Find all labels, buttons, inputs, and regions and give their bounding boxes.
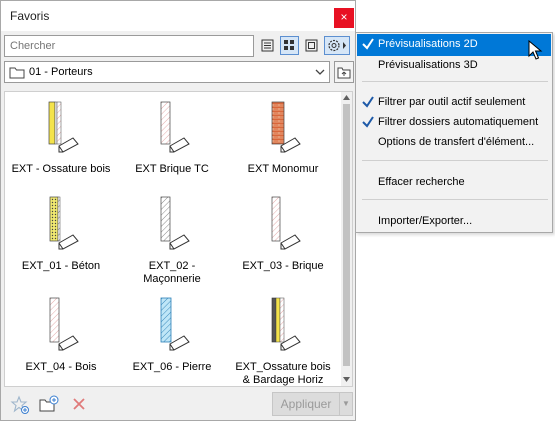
menu-item-label: Filtrer dossiers automatiquement <box>378 116 539 128</box>
scroll-down-icon[interactable] <box>343 377 350 382</box>
favorites-grid: EXT - Ossature bois EXT Brique TC EXT Mo… <box>4 91 353 387</box>
favorite-item[interactable]: EXT - Ossature bois <box>6 100 116 176</box>
checkmark-icon <box>362 38 374 50</box>
chevron-down-icon <box>315 69 325 75</box>
favorite-label: EXT_Ossature bois & Bardage Horiz <box>235 361 331 386</box>
menu-item-transfer-options[interactable]: Options de transfert d'élément... <box>357 132 551 154</box>
wall-preview-icon <box>49 297 79 351</box>
favorite-item[interactable]: EXT_06 - Pierre <box>117 296 227 374</box>
menu-item-preview-3d[interactable]: Prévisualisations 3D <box>357 55 551 77</box>
mouse-cursor-icon <box>528 40 543 60</box>
checkmark-icon <box>362 116 374 128</box>
apply-button[interactable]: Appliquer <box>272 392 340 416</box>
favorite-item[interactable]: EXT_01 - Béton <box>6 195 116 273</box>
parent-folder-button[interactable] <box>334 61 354 83</box>
title-bar: Favoris × <box>1 1 355 31</box>
add-favorite-icon[interactable] <box>10 395 30 415</box>
menu-separator <box>362 160 548 161</box>
favorite-item[interactable]: EXT_02 - Maçonnerie <box>117 195 227 286</box>
favorite-item[interactable]: EXT Monomur <box>228 100 338 176</box>
favorite-item[interactable]: EXT Brique TC <box>117 100 227 176</box>
scroll-thumb[interactable] <box>343 104 350 366</box>
search-input[interactable] <box>4 35 254 57</box>
favorite-label: EXT Brique TC <box>135 163 209 175</box>
favorite-label: EXT_03 - Brique <box>242 260 324 272</box>
large-preview-button[interactable] <box>302 36 321 55</box>
folder-up-icon <box>337 67 351 79</box>
wall-preview-icon <box>49 196 79 250</box>
folder-icon <box>9 67 25 79</box>
scroll-up-icon[interactable] <box>343 95 350 100</box>
favorite-label: EXT Monomur <box>247 163 319 175</box>
delete-icon[interactable] <box>71 396 87 412</box>
favorite-item[interactable]: EXT_03 - Brique <box>228 195 338 273</box>
favorite-label: EXT_04 - Bois <box>25 361 97 373</box>
menu-item-preview-2d[interactable]: Prévisualisations 2D <box>357 34 551 56</box>
wall-preview-icon <box>48 101 79 153</box>
favorite-item[interactable]: EXT_04 - Bois <box>6 296 116 374</box>
favorite-label: EXT - Ossature bois <box>11 163 111 175</box>
wall-preview-icon <box>160 196 190 250</box>
settings-menu-button[interactable] <box>324 36 350 55</box>
menu-item-filter-active-tool[interactable]: Filtrer par outil actif seulement <box>357 92 551 114</box>
menu-item-import-export[interactable]: Importer/Exporter... <box>357 211 551 233</box>
favorite-label: EXT_01 - Béton <box>21 260 101 272</box>
grid-view-icon <box>284 40 294 50</box>
menu-item-label: Options de transfert d'élément... <box>378 136 535 148</box>
checkmark-icon <box>362 96 374 108</box>
menu-separator <box>362 81 548 82</box>
bottom-toolbar: Appliquer ▼ <box>1 388 355 420</box>
menu-item-label: Prévisualisations 3D <box>378 59 478 71</box>
favorite-label: EXT_02 - Maçonnerie <box>143 260 201 285</box>
menu-item-filter-folders[interactable]: Filtrer dossiers automatiquement <box>357 112 551 134</box>
vertical-scrollbar[interactable] <box>341 92 352 386</box>
favorite-label: EXT_06 - Pierre <box>132 361 212 373</box>
folder-dropdown[interactable]: 01 - Porteurs <box>4 61 330 83</box>
wall-preview-icon <box>160 101 190 153</box>
large-preview-icon <box>305 39 318 52</box>
gear-icon <box>328 39 346 52</box>
apply-dropdown-button[interactable]: ▼ <box>340 392 353 416</box>
menu-item-label: Effacer recherche <box>378 176 465 188</box>
wall-preview-icon <box>271 101 301 153</box>
list-view-button[interactable] <box>258 36 277 55</box>
favorite-item[interactable]: EXT_Ossature bois & Bardage Horiz <box>228 296 338 386</box>
settings-dropdown-menu: Prévisualisations 2D Prévisualisations 3… <box>355 32 553 233</box>
wall-preview-icon <box>271 196 301 250</box>
wall-preview-icon <box>160 297 190 351</box>
menu-item-clear-search[interactable]: Effacer recherche <box>357 172 551 194</box>
menu-item-label: Filtrer par outil actif seulement <box>378 96 526 108</box>
folder-name: 01 - Porteurs <box>29 66 93 78</box>
grid-view-button[interactable] <box>280 36 299 55</box>
wall-preview-icon <box>271 297 301 351</box>
menu-separator <box>362 199 548 200</box>
window-title: Favoris <box>10 9 50 23</box>
favorites-panel: Favoris × 01 - Porteurs <box>0 0 356 421</box>
menu-item-label: Prévisualisations 2D <box>378 38 478 50</box>
menu-item-label: Importer/Exporter... <box>378 215 473 227</box>
list-view-icon <box>261 39 274 52</box>
new-folder-icon[interactable] <box>38 394 60 414</box>
close-button[interactable]: × <box>334 8 354 28</box>
